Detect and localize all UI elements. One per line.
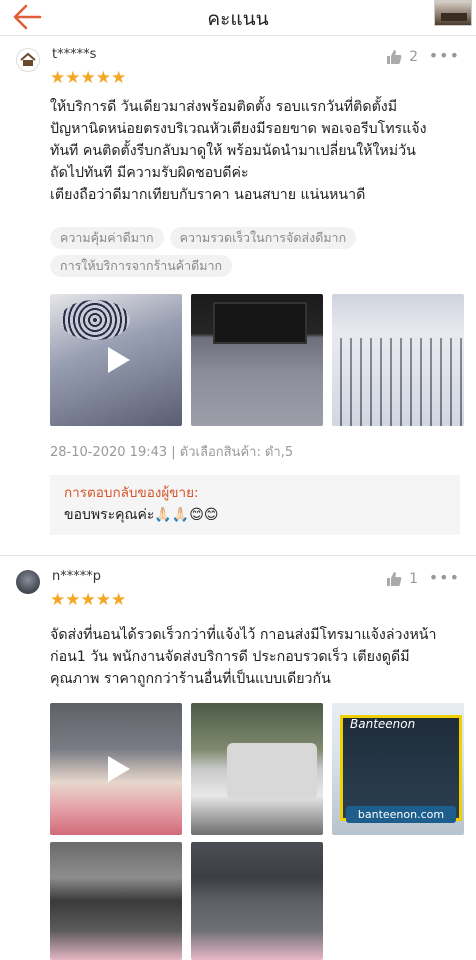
avatar[interactable] [16, 570, 40, 594]
review-line: ปัญหานิดหน่อยตรงบริเวณหัวเตียงมีรอยขาด พ… [50, 121, 427, 137]
review-photo[interactable] [191, 842, 323, 960]
review-line: ทันที คนติดตั้งรีบกลับมาดูให้ พร้อมนัดนำ… [50, 143, 416, 159]
rating-stars: ★★★★★ [50, 68, 127, 88]
page-title: คะแนน [207, 8, 269, 30]
review-video-thumbnail[interactable] [50, 703, 182, 835]
review-photo[interactable] [191, 703, 323, 835]
review-photo[interactable] [332, 294, 464, 426]
review-item: n*****p ★★★★★ 1 ••• จัดส่งที่นอนได้รวดเร… [0, 560, 476, 960]
like-count: 2 [409, 49, 418, 65]
review-photo[interactable] [191, 294, 323, 426]
more-options-button[interactable]: ••• [429, 46, 460, 65]
review-photos-row2 [50, 842, 323, 960]
review-photo[interactable]: Banteenon banteenon.com [332, 703, 464, 835]
review-tags: ความคุ้มค่าดีมาก ความรวดเร็วในการจัดส่งด… [50, 227, 460, 277]
top-bar: คะแนน [0, 0, 476, 36]
photo-caption: banteenon.com [346, 806, 456, 823]
product-thumbnail[interactable] [434, 0, 472, 26]
more-options-button[interactable]: ••• [429, 568, 460, 587]
reviewer-name: t*****s [52, 47, 97, 62]
avatar[interactable] [16, 48, 40, 72]
review-meta: 28-10-2020 19:43 | ตัวเลือกสินค้า: ดำ,5 [50, 445, 294, 460]
shop-logo-icon [20, 52, 36, 66]
play-icon [108, 756, 130, 782]
like-button[interactable]: 1 [385, 570, 418, 588]
rating-stars: ★★★★★ [50, 590, 127, 610]
like-button[interactable]: 2 [385, 48, 418, 66]
seller-reply-text: ขอบพระคุณค่ะ🙏🏻🙏🏻😊😊 [64, 507, 219, 523]
review-text: จัดส่งที่นอนได้รวดเร็วกว่าที่แจ้งไว้ กาอ… [50, 624, 466, 690]
review-line: จัดส่งที่นอนได้รวดเร็วกว่าที่แจ้งไว้ กาอ… [50, 627, 437, 643]
review-video-thumbnail[interactable] [50, 294, 182, 426]
tag-service: การให้บริการจากร้านค้าดีมาก [50, 255, 233, 277]
review-line: ถัดไปทันที มีความรับผิดชอบดีค่ะ [50, 165, 249, 181]
review-photo[interactable] [50, 842, 182, 960]
seller-reply: การตอบกลับของผู้ขาย: ขอบพระคุณค่ะ🙏🏻🙏🏻😊😊 [50, 475, 460, 535]
review-item: t*****s ★★★★★ 2 ••• ให้บริการดี วันเดียว… [0, 38, 476, 553]
photo-brand-text: Banteenon [350, 717, 416, 731]
review-line: ก่อน1 วัน พนักงานจัดส่งบริการดี ประกอบรว… [50, 649, 410, 665]
reviewer-name: n*****p [52, 569, 101, 584]
review-line: เตียงถือว่าดีมากเทียบกับราคา นอนสบาย แน่… [50, 187, 366, 203]
review-line: ให้บริการดี วันเดียวมาส่งพร้อมติดตั้ง รอ… [50, 99, 398, 115]
tag-delivery: ความรวดเร็วในการจัดส่งดีมาก [169, 227, 357, 249]
thumbs-up-icon [387, 572, 402, 586]
thumbs-up-icon [387, 50, 402, 64]
review-photos [50, 294, 464, 426]
seller-reply-title: การตอบกลับของผู้ขาย: [64, 485, 199, 501]
divider [0, 555, 476, 556]
review-line: คุณภาพ ราคาถูกกว่าร้านอื่นที่เป็นแบบเดีย… [50, 671, 331, 687]
play-icon [108, 347, 130, 373]
review-text: ให้บริการดี วันเดียวมาส่งพร้อมติดตั้ง รอ… [50, 96, 466, 206]
review-photos: Banteenon banteenon.com [50, 703, 464, 835]
tag-value: ความคุ้มค่าดีมาก [50, 227, 164, 249]
like-count: 1 [409, 571, 418, 587]
